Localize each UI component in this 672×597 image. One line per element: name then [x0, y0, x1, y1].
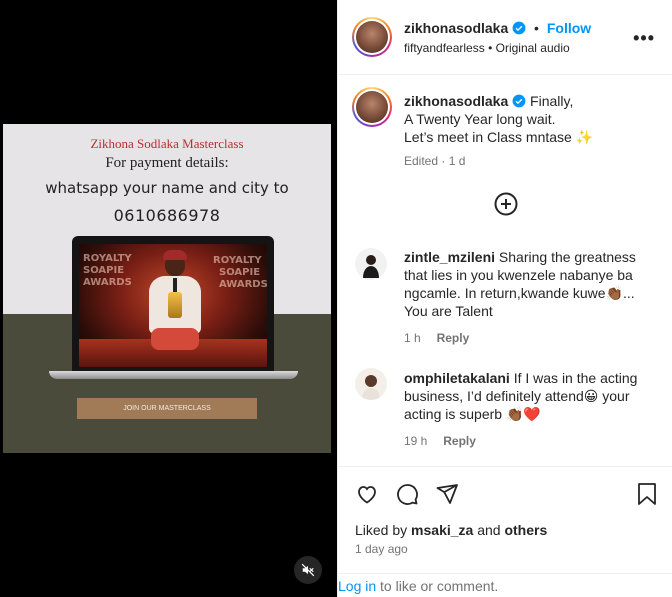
- comment-text-line: If I was in the acting: [513, 370, 638, 386]
- comment-text-line: acting is superb 👏🏾❤️: [404, 406, 541, 422]
- likes-summary: Liked by msaki_za and others: [355, 522, 547, 538]
- poster-payment-line: For payment details:: [105, 155, 229, 171]
- post-side-panel: zikhonasodlaka • Follow fiftyandfearless…: [337, 0, 672, 597]
- caption-line: Let’s meet in Class mntase ✨: [404, 129, 594, 145]
- comment-time: 19 h: [404, 434, 428, 448]
- liked-and: and: [477, 522, 501, 538]
- comment-bubble-icon[interactable]: [395, 482, 419, 506]
- caption-line: Finally,: [530, 93, 574, 109]
- comment-username[interactable]: zintle_mzileni: [404, 249, 495, 265]
- caption: zikhonasodlaka Finally, A Twenty Year lo…: [404, 92, 664, 168]
- audio-user[interactable]: fiftyandfearless: [404, 41, 485, 55]
- caption-author-username[interactable]: zikhonasodlaka: [404, 93, 508, 109]
- mute-button[interactable]: [294, 556, 322, 584]
- person-cap: [163, 250, 187, 260]
- comment: omphiletakalani If I was in the acting b…: [404, 369, 666, 448]
- comment-text-line: You are Talent: [404, 303, 493, 319]
- dot-separator: •: [534, 20, 539, 36]
- login-link[interactable]: Log in: [338, 578, 376, 594]
- follow-button[interactable]: Follow: [547, 20, 591, 36]
- poster-title: Zikhona Sodlaka Masterclass: [90, 136, 244, 151]
- reply-button[interactable]: Reply: [437, 331, 470, 345]
- reply-button[interactable]: Reply: [443, 434, 476, 448]
- laptop-image: ROYALTY SOAPIE AWARDS ROYALTY SOAPIE AWA…: [72, 236, 274, 371]
- speaker-muted-icon: [301, 563, 315, 577]
- post-actions: Liked by msaki_za and others 1 day ago L…: [338, 466, 672, 597]
- comment-username[interactable]: omphiletakalani: [404, 370, 510, 386]
- join-masterclass-button: JOIN OUR MASTERCLASS: [77, 398, 257, 419]
- post-date: 1 day ago: [355, 542, 408, 556]
- author-avatar[interactable]: [352, 17, 392, 57]
- save-bookmark-icon[interactable]: [636, 482, 658, 506]
- award-backdrop-text: SOAPIE: [219, 267, 261, 278]
- more-options-button[interactable]: •••: [633, 28, 655, 49]
- verified-badge-icon: [512, 21, 526, 35]
- caption-line: A Twenty Year long wait.: [404, 111, 556, 127]
- laptop-base: [49, 371, 298, 379]
- laptop-display-photo: ROYALTY SOAPIE AWARDS ROYALTY SOAPIE AWA…: [79, 244, 267, 367]
- dot-separator: •: [488, 41, 496, 55]
- audio-label[interactable]: Original audio: [496, 41, 570, 55]
- commenter-avatar[interactable]: [355, 368, 387, 400]
- comment-text-line: ngcamle. In return,kwande kuwe👏🏾...: [404, 285, 635, 301]
- award-backdrop-text: ROYALTY: [83, 253, 132, 264]
- comment: zintle_mzileni Sharing the greatness tha…: [404, 248, 666, 345]
- comment-text-line: Sharing the greatness: [498, 249, 636, 265]
- comment-text-line: that lies in you kwenzele nabanye ba: [404, 267, 633, 283]
- liked-user[interactable]: msaki_za: [411, 522, 473, 538]
- author-username[interactable]: zikhonasodlaka: [404, 20, 508, 36]
- caption-author-avatar[interactable]: [352, 87, 392, 127]
- verified-badge-icon: [512, 94, 526, 108]
- trophy-icon: [168, 292, 182, 318]
- login-bar: Log in to like or comment.: [338, 573, 672, 597]
- post-header: zikhonasodlaka • Follow fiftyandfearless…: [338, 0, 672, 75]
- post-media[interactable]: Zikhona Sodlaka Masterclass For payment …: [0, 0, 337, 597]
- award-backdrop-text: AWARDS: [83, 277, 132, 288]
- liked-others[interactable]: others: [504, 522, 547, 538]
- award-backdrop-text: AWARDS: [219, 279, 267, 290]
- login-prompt: to like or comment.: [376, 578, 499, 594]
- comment-time: 1 h: [404, 331, 421, 345]
- poster-whatsapp-line: whatsapp your name and city to: [45, 179, 289, 197]
- award-backdrop-text: SOAPIE: [83, 265, 125, 276]
- load-more-comments-icon[interactable]: [494, 192, 518, 216]
- share-send-icon[interactable]: [435, 482, 459, 506]
- comment-text-line: business, I’d definitely attend😀 your: [404, 388, 630, 404]
- caption-meta: Edited · 1 d: [404, 154, 466, 168]
- liked-prefix: Liked by: [355, 522, 408, 538]
- person-legs: [151, 328, 199, 350]
- poster-phone: 0610686978: [113, 206, 221, 225]
- like-heart-icon[interactable]: [355, 482, 379, 506]
- commenter-avatar[interactable]: [355, 248, 387, 280]
- award-backdrop-text: ROYALTY: [213, 255, 262, 266]
